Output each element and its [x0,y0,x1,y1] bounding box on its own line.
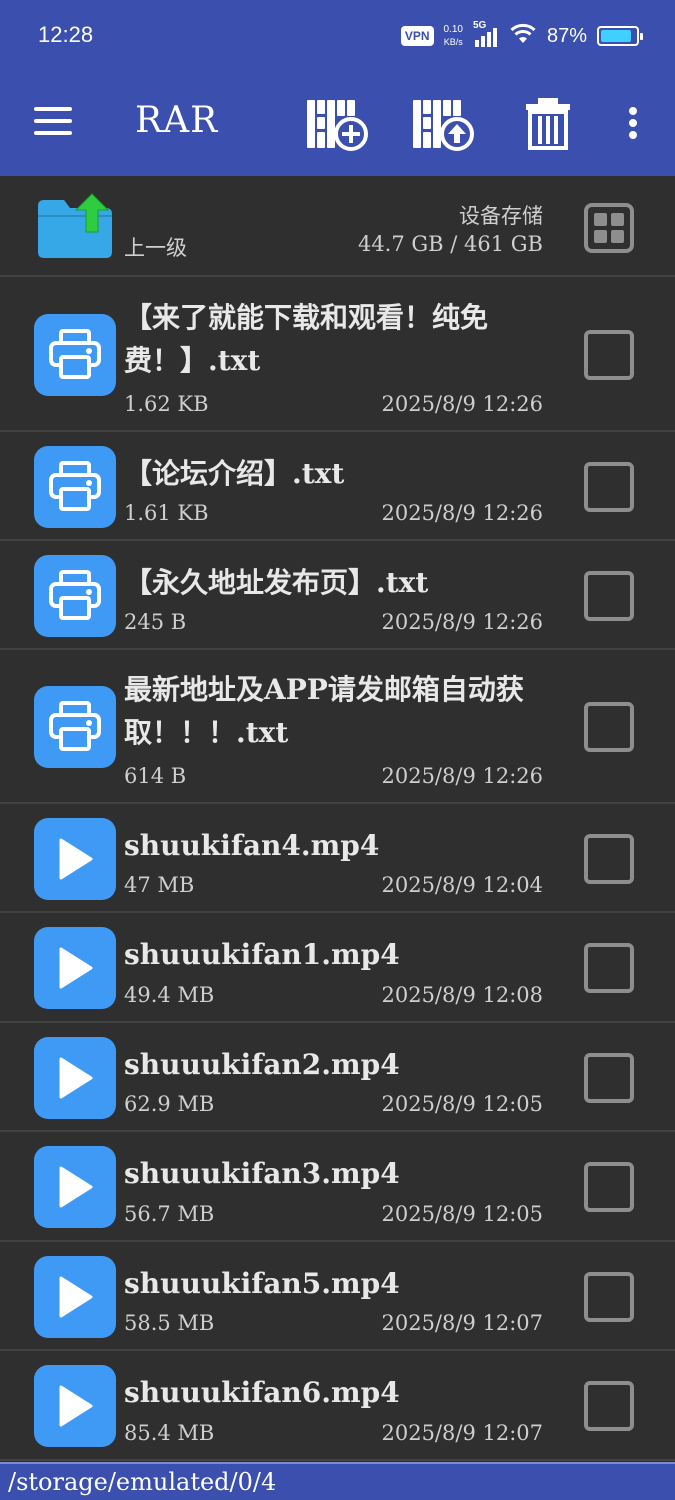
file-date: 2025/8/9 12:26 [381,764,543,788]
battery-percent: 87% [546,24,587,47]
battery-icon [597,26,643,46]
file-date: 2025/8/9 12:07 [381,1311,543,1335]
select-checkbox[interactable] [584,702,634,752]
file-size: 1.62 KB [124,392,209,416]
file-row[interactable]: 最新地址及APP请发邮箱自动获取！！！.txt 614 B 2025/8/9 12:… [0,650,675,804]
parent-folder-row[interactable]: 上一级 设备存储 44.7 GB / 461 GB [0,176,675,277]
file-row[interactable]: shuuukifan6.mp4 85.4 MB 2025/8/9 12:07 [0,1351,675,1461]
file-name: shuuukifan5.mp4 [124,1267,400,1300]
file-date: 2025/8/9 12:07 [381,1421,543,1445]
status-indicators: VPN 0.10 KB/s 5G 87% [400,18,643,54]
select-checkbox[interactable] [584,1053,634,1103]
file-size: 85.4 MB [124,1421,215,1445]
printer-icon [34,314,116,396]
file-name: shuukifan4.mp4 [124,829,380,862]
select-checkbox[interactable] [584,1381,634,1431]
video-file-icon [34,927,116,1009]
file-row[interactable]: shuuukifan1.mp4 49.4 MB 2025/8/9 12:08 [0,913,675,1023]
wifi-icon [509,23,537,50]
file-date: 2025/8/9 12:05 [381,1202,543,1226]
file-list: 【来了就能下载和观看！纯免费！】.txt 1.62 KB 2025/8/9 12:2… [0,278,675,1461]
file-date: 2025/8/9 12:08 [381,983,543,1007]
more-icon[interactable] [626,107,640,141]
file-row[interactable]: shuukifan4.mp4 47 MB 2025/8/9 12:04 [0,804,675,913]
file-size: 1.61 KB [124,501,209,525]
file-size: 58.5 MB [124,1311,215,1335]
file-date: 2025/8/9 12:26 [381,501,543,525]
file-name: shuuukifan2.mp4 [124,1048,400,1081]
extract-icon[interactable] [411,96,475,152]
file-name: shuuukifan1.mp4 [124,938,400,971]
file-size: 49.4 MB [124,983,215,1007]
video-file-icon [34,1256,116,1338]
file-date: 2025/8/9 12:05 [381,1092,543,1116]
select-checkbox[interactable] [584,1272,634,1322]
file-name: 最新地址及APP请发邮箱自动获取！！！.txt [124,673,524,749]
file-name: 【论坛介绍】.txt [124,457,345,490]
file-row[interactable]: shuuukifan5.mp4 58.5 MB 2025/8/9 12:07 [0,1242,675,1351]
net-speed: 0.10 KB/s [444,24,463,48]
file-size: 47 MB [124,873,195,897]
select-checkbox[interactable] [584,571,634,621]
file-size: 614 B [124,764,187,788]
storage-label: 设备存储 [459,204,543,228]
video-file-icon [34,1365,116,1447]
file-row[interactable]: 【来了就能下载和观看！纯免费！】.txt 1.62 KB 2025/8/9 12:2… [0,278,675,432]
printer-icon [34,446,116,528]
file-size: 56.7 MB [124,1202,215,1226]
signal-icon: 5G [473,20,499,48]
select-checkbox[interactable] [584,330,634,380]
net-speed-value: 0.10 [443,24,463,35]
file-date: 2025/8/9 12:04 [381,873,543,897]
printer-icon [34,555,116,637]
storage-size: 44.7 GB / 461 GB [357,232,543,256]
file-row[interactable]: 【永久地址发布页】.txt 245 B 2025/8/9 12:26 [0,541,675,650]
net-speed-unit: KB/s [443,37,463,47]
file-row[interactable]: shuuukifan2.mp4 62.9 MB 2025/8/9 12:05 [0,1023,675,1132]
select-checkbox[interactable] [584,1162,634,1212]
network-type: 5G [472,20,487,31]
file-date: 2025/8/9 12:26 [381,392,543,416]
delete-icon[interactable] [522,96,574,152]
select-checkbox[interactable] [584,834,634,884]
select-checkbox[interactable] [584,462,634,512]
app-title: RAR [135,100,219,141]
video-file-icon [34,1037,116,1119]
file-name: shuuukifan6.mp4 [124,1376,400,1409]
select-checkbox[interactable] [584,943,634,993]
file-date: 2025/8/9 12:26 [381,610,543,634]
vpn-badge: VPN [400,26,434,46]
grid-view-icon[interactable] [584,203,634,253]
up-label: 上一级 [124,236,187,260]
current-path: /storage/emulated/0/4 [8,1468,277,1496]
status-time: 12:28 [38,22,94,47]
status-bar: 12:28 VPN 0.10 KB/s 5G 87% [0,0,675,71]
file-name: shuuukifan3.mp4 [124,1157,400,1190]
file-row[interactable]: shuuukifan3.mp4 56.7 MB 2025/8/9 12:05 [0,1132,675,1242]
file-size: 62.9 MB [124,1092,215,1116]
video-file-icon [34,1146,116,1228]
file-row[interactable]: 【论坛介绍】.txt 1.61 KB 2025/8/9 12:26 [0,432,675,541]
folder-up-icon [36,192,114,260]
path-bar: /storage/emulated/0/4 [0,1462,675,1500]
video-file-icon [34,818,116,900]
printer-icon [34,686,116,768]
file-name: 【来了就能下载和观看！纯免费！】.txt [124,301,489,377]
battery-level [601,30,631,42]
file-name: 【永久地址发布页】.txt [124,566,429,599]
file-size: 245 B [124,610,187,634]
add-to-archive-icon[interactable] [305,96,369,152]
menu-icon[interactable] [34,107,72,137]
